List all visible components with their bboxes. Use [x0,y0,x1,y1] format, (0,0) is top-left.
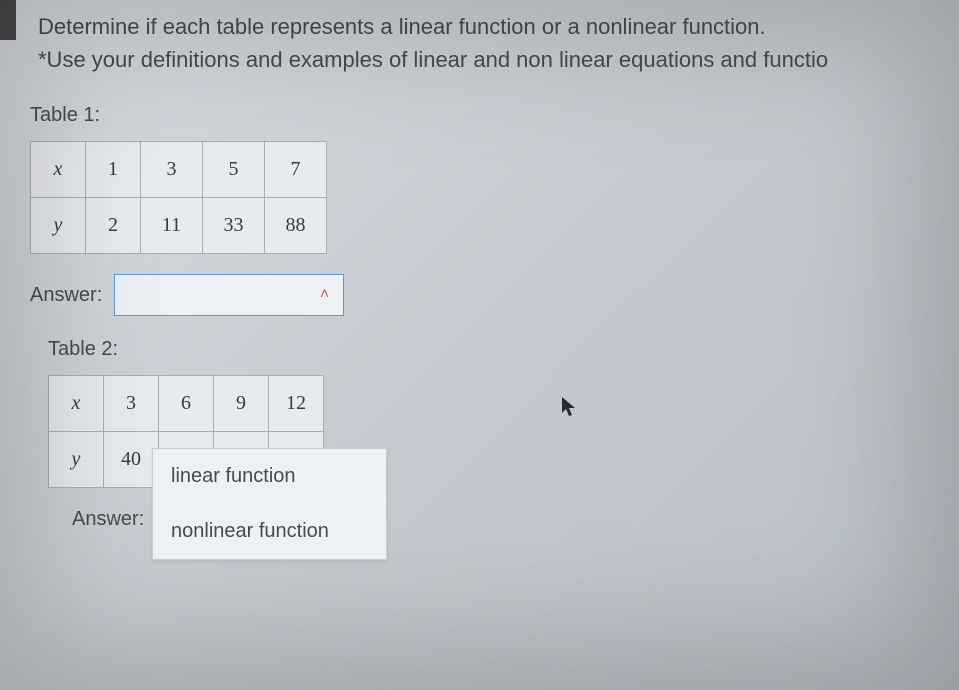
table1-cell: 5 [203,142,265,198]
chevron-up-icon: ˄ [320,286,329,304]
table1-x-var: x [31,142,86,198]
question-line2: *Use your definitions and examples of li… [38,47,828,72]
table2-label: Table 2: [48,338,959,361]
dropdown-options-list: linear function nonlinear function [152,448,387,560]
table-row: y 2 11 33 88 [31,198,327,254]
answer1-dropdown[interactable]: ˄ [114,274,344,316]
cursor-icon [560,395,578,425]
table1-cell: 11 [141,198,203,254]
table-row: x 1 3 5 7 [31,142,327,198]
table-row: x 3 6 9 12 [49,376,324,432]
table2-x-var: x [49,376,104,432]
question-line1: Determine if each table represents a lin… [38,14,766,39]
table1-cell: 1 [86,142,141,198]
table2-cell: 9 [214,376,269,432]
table1-label: Table 1: [30,104,959,127]
table1-cell: 33 [203,198,265,254]
dropdown-option-nonlinear[interactable]: nonlinear function [153,504,386,559]
table1-cell: 2 [86,198,141,254]
table1-cell: 88 [265,198,327,254]
table2-cell: 40 [104,432,159,488]
table2-cell: 12 [269,376,324,432]
answer1-label: Answer: [30,284,102,307]
table1-cell: 7 [265,142,327,198]
table1: x 1 3 5 7 y 2 11 33 88 [30,141,327,254]
answer2-label: Answer: [72,508,144,531]
dropdown-option-linear[interactable]: linear function [153,449,386,504]
table1-y-var: y [31,198,86,254]
table1-cell: 3 [141,142,203,198]
question-prompt: Determine if each table represents a lin… [38,10,959,76]
table2-cell: 3 [104,376,159,432]
question-number-tab [0,0,16,40]
table2-y-var: y [49,432,104,488]
table2-cell: 6 [159,376,214,432]
